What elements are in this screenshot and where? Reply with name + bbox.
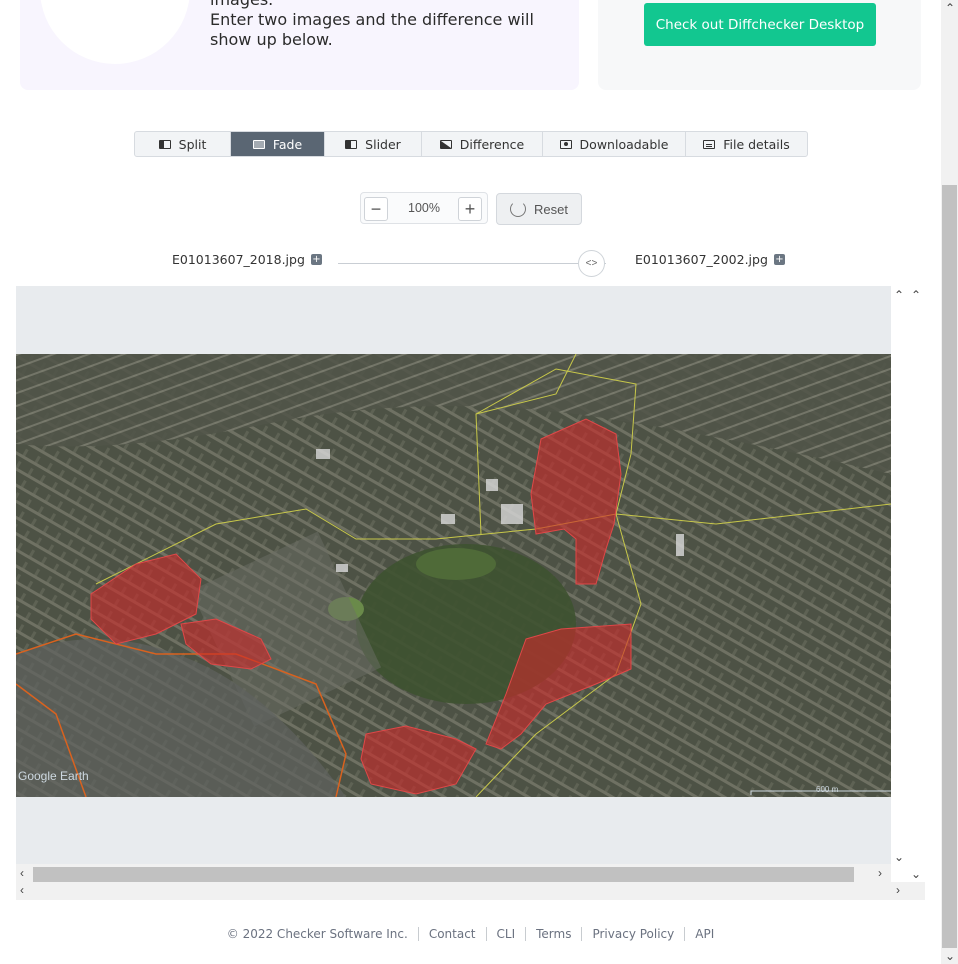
fade-slider-handle[interactable]: <>	[578, 250, 605, 277]
zoom-in-button[interactable]: +	[458, 197, 482, 221]
tab-slider[interactable]: Slider	[325, 132, 422, 156]
page-scroll-down-icon[interactable]: ⌄	[945, 950, 955, 962]
horizontal-scrollbar-2[interactable]	[16, 882, 925, 900]
left-file-label: E01013607_2018.jpg	[172, 252, 305, 267]
slider-icon	[345, 139, 358, 149]
fade-icon	[252, 139, 265, 149]
tab-file-details[interactable]: File details	[686, 132, 807, 156]
tab-split-label: Split	[178, 136, 207, 152]
map-scale-label: 600 m	[816, 785, 839, 794]
scroll-down-icon[interactable]: ⌄	[894, 851, 904, 863]
scroll-right-icon[interactable]: ›	[896, 884, 900, 896]
right-file-label: E01013607_2002.jpg	[635, 252, 768, 267]
footer-link-contact[interactable]: Contact	[417, 927, 486, 941]
footer-link-terms[interactable]: Terms	[525, 927, 581, 941]
satellite-image: Google Earth 600 m	[16, 354, 891, 797]
file-details-icon	[703, 139, 716, 149]
add-image-icon[interactable]: +	[310, 254, 322, 265]
reset-zoom-button[interactable]: Reset	[496, 193, 582, 225]
vertical-scrollbar[interactable]	[891, 286, 925, 882]
footer-copyright: © 2022 Checker Software Inc.	[226, 927, 408, 941]
footer-link-privacy[interactable]: Privacy Policy	[581, 927, 684, 941]
intro-text: images. Enter two images and the differe…	[210, 0, 570, 50]
intro-line-2: Enter two images and the difference will…	[210, 10, 534, 49]
horizontal-scroll-thumb[interactable]	[33, 867, 854, 882]
tab-downloadable[interactable]: Downloadable	[543, 132, 686, 156]
map-watermark: Google Earth	[18, 769, 89, 783]
footer: © 2022 Checker Software Inc. Contact CLI…	[0, 927, 941, 941]
add-image-icon[interactable]: +	[773, 254, 785, 265]
tab-fade-label: Fade	[272, 136, 303, 152]
tab-fade[interactable]: Fade	[231, 132, 325, 156]
footer-link-api[interactable]: API	[684, 927, 724, 941]
drag-arrows-icon: <>	[585, 258, 598, 269]
split-icon	[158, 139, 171, 149]
scroll-left-icon[interactable]: ‹	[20, 867, 24, 879]
scroll-left-icon[interactable]: ‹	[20, 884, 24, 896]
reset-icon	[510, 201, 527, 217]
satellite-map-graphic: Google Earth 600 m	[16, 354, 891, 797]
scroll-up-icon[interactable]: ⌃	[894, 289, 904, 301]
page-scroll-thumb[interactable]	[942, 185, 957, 948]
diffchecker-desktop-button[interactable]: Check out Diffchecker Desktop	[644, 3, 876, 46]
left-file-name: E01013607_2018.jpg +	[172, 252, 322, 267]
scroll-down-icon[interactable]: ⌄	[911, 868, 921, 880]
zoom-control: − 100% +	[360, 192, 488, 224]
scroll-up-icon[interactable]: ⌃	[911, 289, 921, 301]
right-file-name: E01013607_2002.jpg +	[635, 252, 785, 267]
reset-label: Reset	[534, 201, 568, 217]
tab-file-details-label: File details	[723, 136, 790, 152]
scroll-right-icon[interactable]: ›	[878, 867, 882, 879]
fade-slider-track[interactable]	[338, 263, 606, 264]
intro-line-1: images.	[210, 0, 570, 10]
page-scroll-up-icon[interactable]: ⌃	[945, 2, 955, 14]
footer-link-cli[interactable]: CLI	[485, 927, 526, 941]
zoom-level: 100%	[408, 201, 440, 215]
tab-difference-label: Difference	[459, 136, 525, 152]
tab-slider-label: Slider	[365, 136, 401, 152]
view-mode-tabs: Split Fade Slider Difference Downloadabl…	[134, 131, 808, 157]
download-icon	[559, 139, 572, 149]
zoom-out-button[interactable]: −	[364, 197, 388, 221]
tab-difference[interactable]: Difference	[422, 132, 543, 156]
difference-icon	[439, 139, 452, 149]
tab-downloadable-label: Downloadable	[579, 136, 669, 152]
tab-split[interactable]: Split	[135, 132, 231, 156]
